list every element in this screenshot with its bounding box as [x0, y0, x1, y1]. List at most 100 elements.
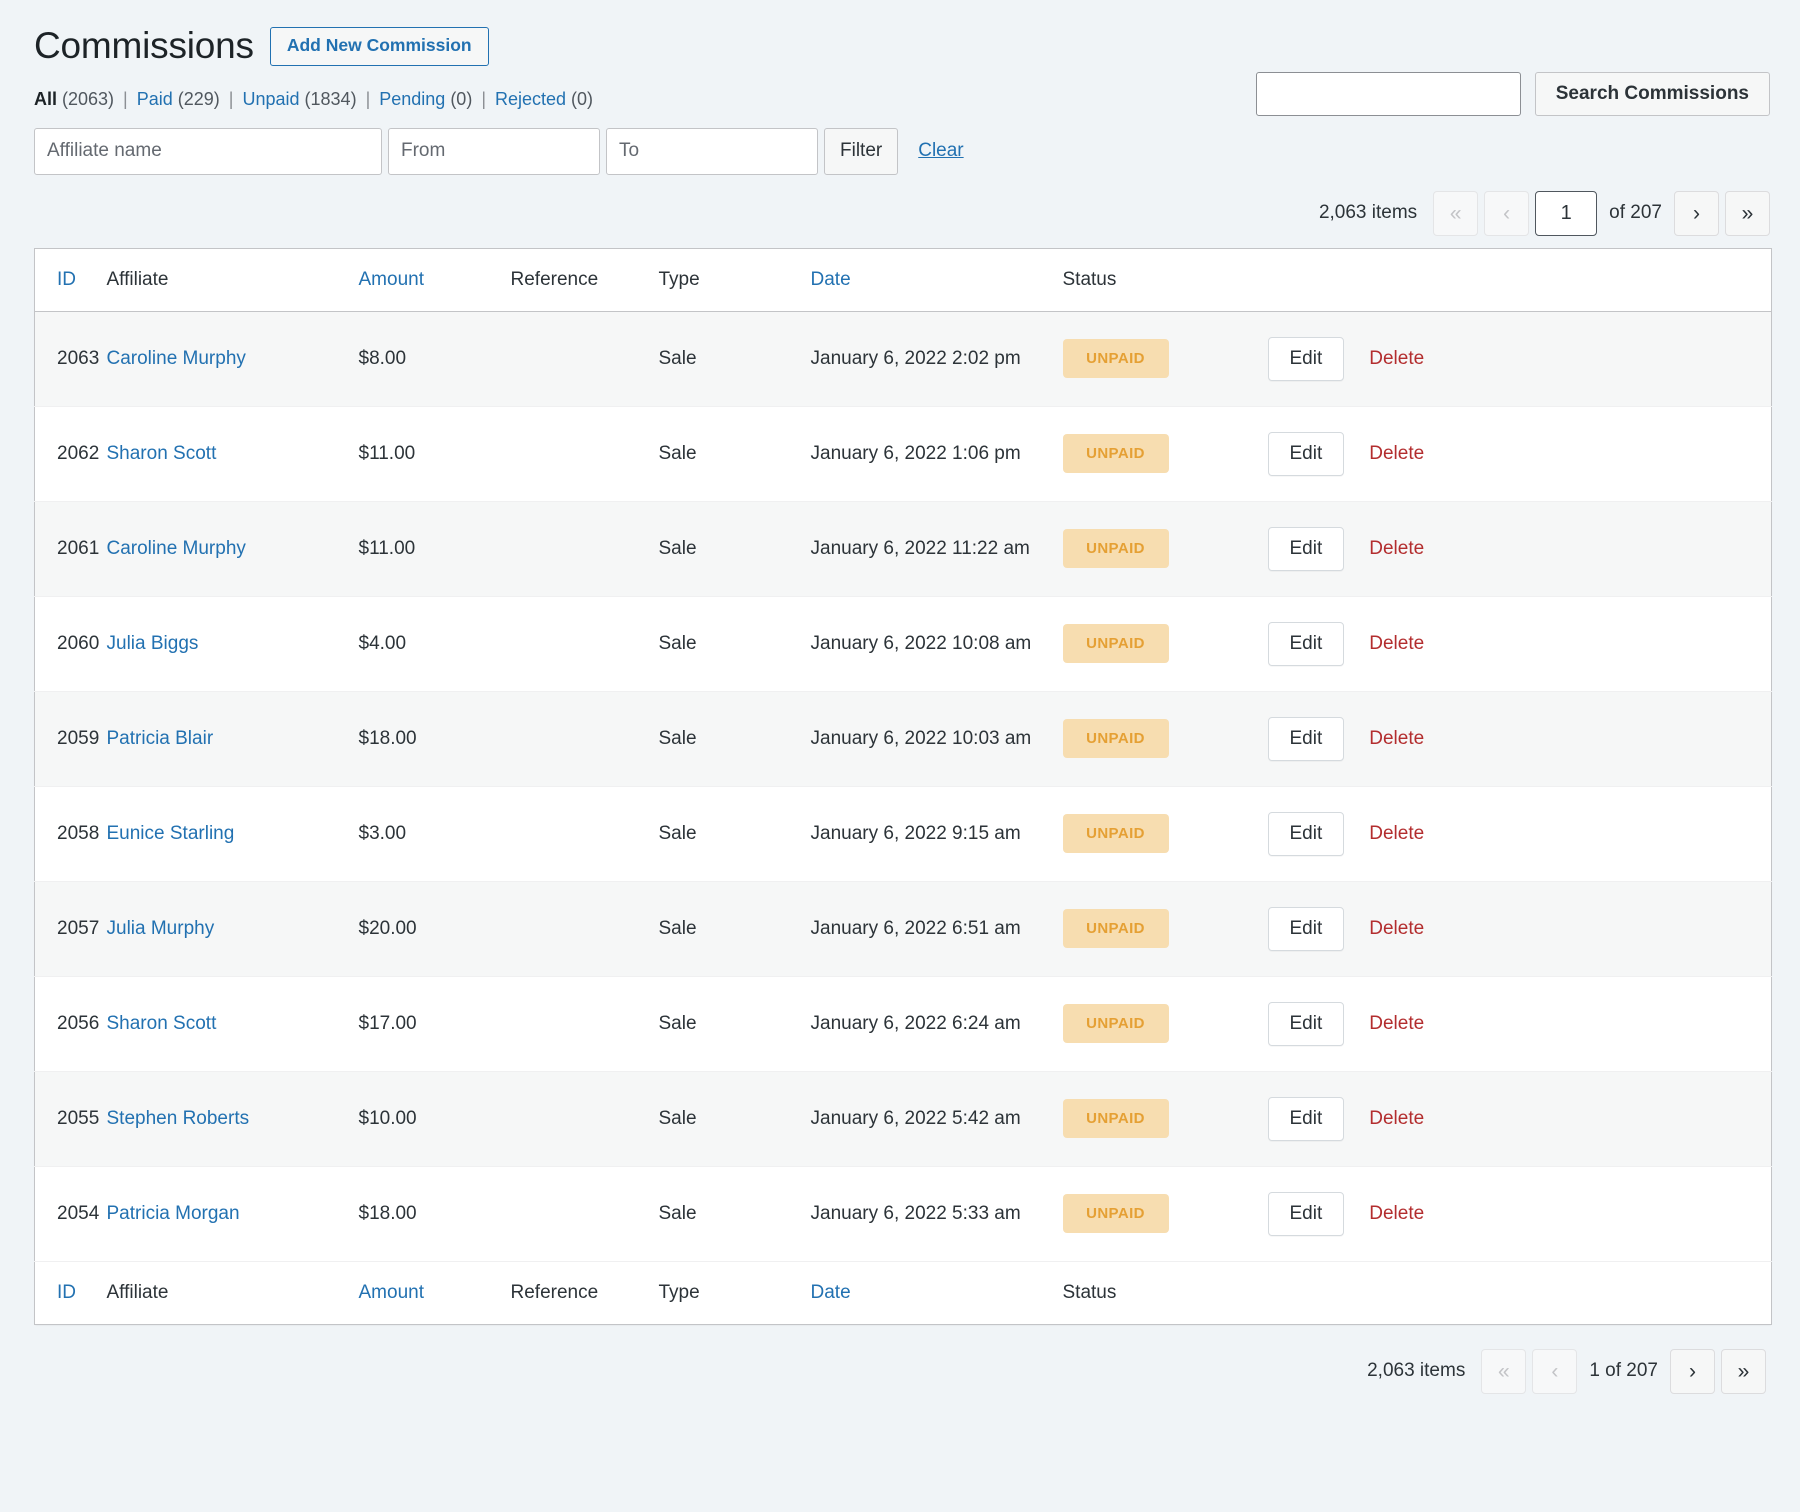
- cell-affiliate: Stephen Roberts: [107, 1071, 359, 1166]
- status-badge: UNPAID: [1063, 339, 1169, 378]
- cell-type: Sale: [659, 881, 811, 976]
- delete-link[interactable]: Delete: [1369, 1013, 1424, 1034]
- affiliate-link[interactable]: Sharon Scott: [107, 1013, 217, 1034]
- delete-link[interactable]: Delete: [1369, 538, 1424, 559]
- delete-link[interactable]: Delete: [1369, 918, 1424, 939]
- cell-actions: Edit Delete: [1268, 1071, 1772, 1166]
- next-page-button-bottom[interactable]: ›: [1670, 1349, 1715, 1394]
- cell-reference: [511, 786, 659, 881]
- clear-filters-link[interactable]: Clear: [918, 140, 963, 162]
- search-commissions-button[interactable]: Search Commissions: [1535, 72, 1770, 116]
- affiliate-link[interactable]: Julia Biggs: [107, 633, 199, 654]
- edit-button[interactable]: Edit: [1268, 622, 1345, 666]
- footer-column-date: Date: [811, 1261, 1063, 1324]
- delete-link[interactable]: Delete: [1369, 633, 1424, 654]
- sort-amount-link-footer[interactable]: Amount: [359, 1282, 424, 1303]
- sort-date-link[interactable]: Date: [811, 269, 851, 290]
- last-page-button-bottom[interactable]: »: [1721, 1349, 1766, 1394]
- delete-link[interactable]: Delete: [1369, 443, 1424, 464]
- delete-link[interactable]: Delete: [1369, 1108, 1424, 1129]
- status-filter-all-link[interactable]: All: [34, 89, 57, 109]
- status-filter-paid-link[interactable]: Paid: [137, 89, 173, 109]
- edit-button[interactable]: Edit: [1268, 527, 1345, 571]
- cell-date: January 6, 2022 11:22 am: [811, 501, 1063, 596]
- edit-button[interactable]: Edit: [1268, 337, 1345, 381]
- delete-link[interactable]: Delete: [1369, 348, 1424, 369]
- edit-button[interactable]: Edit: [1268, 1192, 1345, 1236]
- cell-date: January 6, 2022 2:02 pm: [811, 311, 1063, 406]
- page-title: Commissions: [34, 26, 254, 67]
- table-footer-row: ID Affiliate Amount Reference Type Date …: [35, 1261, 1772, 1324]
- cell-id: 2063: [35, 311, 107, 406]
- status-badge: UNPAID: [1063, 529, 1169, 568]
- column-header-affiliate: Affiliate: [107, 248, 359, 311]
- first-page-button-top: «: [1433, 191, 1478, 236]
- affiliate-link[interactable]: Patricia Morgan: [107, 1203, 240, 1224]
- affiliate-link[interactable]: Caroline Murphy: [107, 538, 246, 559]
- status-filter-unpaid-link[interactable]: Unpaid: [242, 89, 299, 109]
- status-filter-pending-link[interactable]: Pending: [379, 89, 445, 109]
- footer-column-affiliate: Affiliate: [107, 1261, 359, 1324]
- date-from-input[interactable]: [388, 128, 600, 175]
- delete-link[interactable]: Delete: [1369, 1203, 1424, 1224]
- cell-affiliate: Julia Murphy: [107, 881, 359, 976]
- affiliate-name-input[interactable]: [34, 128, 382, 175]
- edit-button[interactable]: Edit: [1268, 1097, 1345, 1141]
- edit-button[interactable]: Edit: [1268, 717, 1345, 761]
- search-input[interactable]: [1256, 72, 1521, 116]
- next-page-button-top[interactable]: ›: [1674, 191, 1719, 236]
- affiliate-link[interactable]: Sharon Scott: [107, 443, 217, 464]
- cell-id: 2059: [35, 691, 107, 786]
- cell-date: January 6, 2022 6:24 am: [811, 976, 1063, 1071]
- affiliate-link[interactable]: Caroline Murphy: [107, 348, 246, 369]
- affiliate-link[interactable]: Eunice Starling: [107, 823, 235, 844]
- cell-actions: Edit Delete: [1268, 596, 1772, 691]
- table-row: 2054Patricia Morgan$18.00SaleJanuary 6, …: [35, 1166, 1772, 1261]
- status-badge: UNPAID: [1063, 719, 1169, 758]
- cell-status: UNPAID: [1063, 501, 1268, 596]
- page-indicator-bottom: 1 of 207: [1583, 1360, 1664, 1382]
- last-page-button-top[interactable]: »: [1725, 191, 1770, 236]
- cell-date: January 6, 2022 10:08 am: [811, 596, 1063, 691]
- cell-affiliate: Sharon Scott: [107, 406, 359, 501]
- footer-column-amount: Amount: [359, 1261, 511, 1324]
- cell-amount: $11.00: [359, 501, 511, 596]
- status-filter-unpaid-count: (1834): [305, 89, 357, 109]
- cell-status: UNPAID: [1063, 406, 1268, 501]
- item-count-bottom: 2,063 items: [1367, 1360, 1465, 1382]
- affiliate-link[interactable]: Stephen Roberts: [107, 1108, 250, 1129]
- affiliate-link[interactable]: Julia Murphy: [107, 918, 215, 939]
- affiliate-link[interactable]: Patricia Blair: [107, 728, 214, 749]
- delete-link[interactable]: Delete: [1369, 823, 1424, 844]
- cell-affiliate: Sharon Scott: [107, 976, 359, 1071]
- current-page-input-top[interactable]: [1535, 191, 1597, 236]
- status-badge: UNPAID: [1063, 1099, 1169, 1138]
- edit-button[interactable]: Edit: [1268, 1002, 1345, 1046]
- sort-id-link[interactable]: ID: [57, 269, 76, 290]
- cell-type: Sale: [659, 1071, 811, 1166]
- edit-button[interactable]: Edit: [1268, 432, 1345, 476]
- table-row: 2061Caroline Murphy$11.00SaleJanuary 6, …: [35, 501, 1772, 596]
- sort-id-link-footer[interactable]: ID: [57, 1282, 76, 1303]
- edit-button[interactable]: Edit: [1268, 812, 1345, 856]
- sort-date-link-footer[interactable]: Date: [811, 1282, 851, 1303]
- table-row: 2057Julia Murphy$20.00SaleJanuary 6, 202…: [35, 881, 1772, 976]
- edit-button[interactable]: Edit: [1268, 907, 1345, 951]
- pagination-controls-bottom: « ‹ 1 of 207 › »: [1481, 1349, 1766, 1394]
- table-head: ID Affiliate Amount Reference Type Date …: [35, 248, 1772, 311]
- cell-reference: [511, 501, 659, 596]
- delete-link[interactable]: Delete: [1369, 728, 1424, 749]
- first-page-button-bottom: «: [1481, 1349, 1526, 1394]
- cell-date: January 6, 2022 9:15 am: [811, 786, 1063, 881]
- add-new-commission-button[interactable]: Add New Commission: [270, 27, 489, 66]
- date-to-input[interactable]: [606, 128, 818, 175]
- commissions-page: Commissions Add New Commission Search Co…: [0, 0, 1800, 1394]
- table-row: 2062Sharon Scott$11.00SaleJanuary 6, 202…: [35, 406, 1772, 501]
- filter-button[interactable]: Filter: [824, 128, 898, 175]
- status-filter-rejected-link[interactable]: Rejected: [495, 89, 566, 109]
- cell-actions: Edit Delete: [1268, 501, 1772, 596]
- sort-amount-link[interactable]: Amount: [359, 269, 424, 290]
- cell-affiliate: Eunice Starling: [107, 786, 359, 881]
- status-badge: UNPAID: [1063, 909, 1169, 948]
- cell-amount: $4.00: [359, 596, 511, 691]
